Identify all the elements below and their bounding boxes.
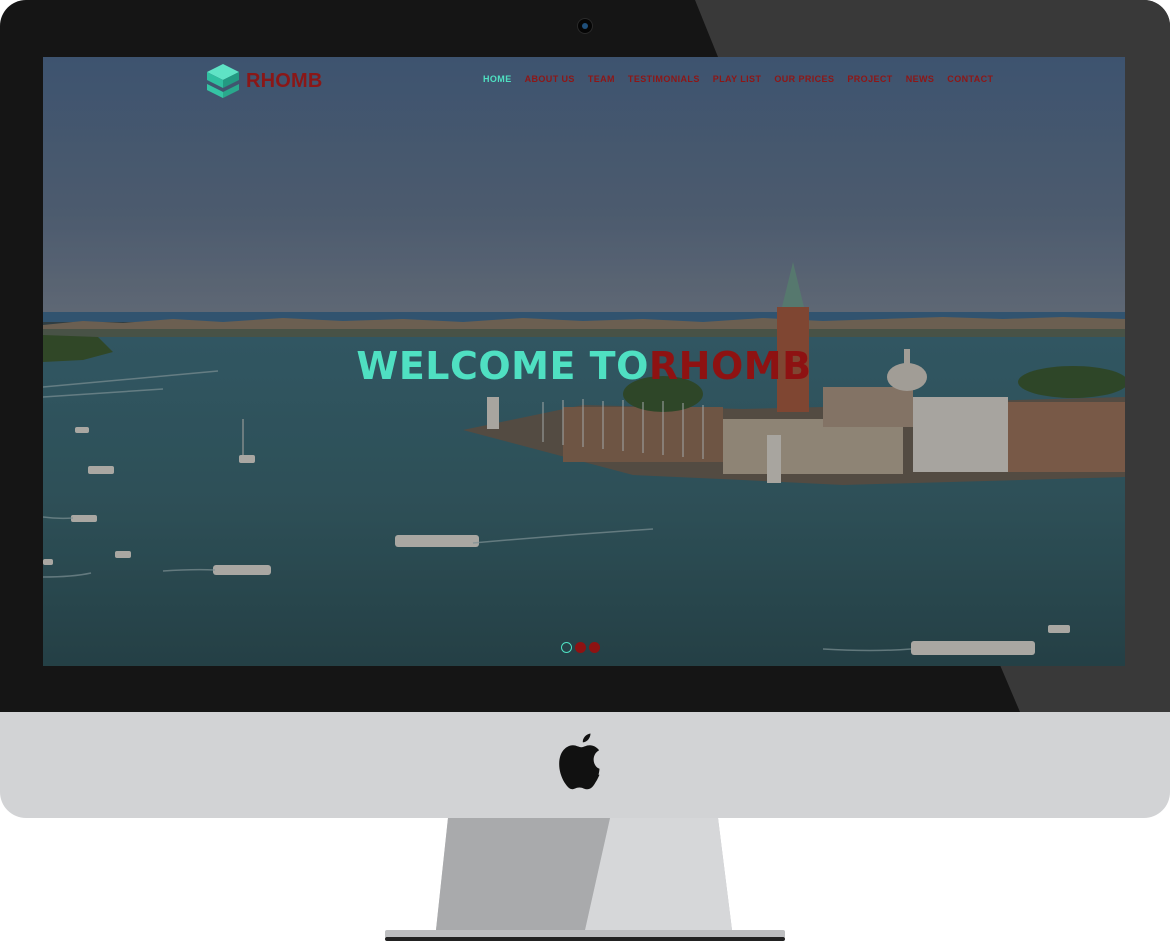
site-header: RHOMB HOME ABOUT US TEAM TESTIMONIALS PL…: [43, 57, 1125, 107]
hero-title-welcome: WELCOME TO: [356, 344, 649, 388]
imac-stand: [385, 818, 785, 941]
nav-item-news[interactable]: NEWS: [906, 74, 935, 84]
slider-dots: [561, 642, 600, 653]
imac-mockup: RHOMB HOME ABOUT US TEAM TESTIMONIALS PL…: [0, 0, 1170, 945]
nav-item-play-list[interactable]: PLAY LIST: [713, 74, 762, 84]
camera-icon: [578, 19, 592, 33]
screen: RHOMB HOME ABOUT US TEAM TESTIMONIALS PL…: [43, 57, 1125, 666]
nav-item-our-prices[interactable]: OUR PRICES: [774, 74, 834, 84]
slider-dot-2[interactable]: [575, 642, 586, 653]
imac-bezel: RHOMB HOME ABOUT US TEAM TESTIMONIALS PL…: [0, 0, 1170, 712]
nav-item-team[interactable]: TEAM: [588, 74, 615, 84]
slider-dot-1[interactable]: [561, 642, 572, 653]
nav-item-project[interactable]: PROJECT: [847, 74, 892, 84]
main-nav: HOME ABOUT US TEAM TESTIMONIALS PLAY LIS…: [483, 74, 993, 84]
nav-item-about-us[interactable]: ABOUT US: [525, 74, 575, 84]
hero-title: WELCOME TORHOMB: [43, 344, 1125, 388]
slider-dot-3[interactable]: [589, 642, 600, 653]
apple-logo-icon: [559, 733, 600, 790]
nav-item-testimonials[interactable]: TESTIMONIALS: [628, 74, 700, 84]
logo-text: RHOMB: [246, 69, 323, 92]
nav-item-home[interactable]: HOME: [483, 74, 512, 84]
site-logo[interactable]: RHOMB: [205, 62, 323, 100]
nav-item-contact[interactable]: CONTACT: [947, 74, 993, 84]
hero-title-brand: RHOMB: [648, 344, 812, 388]
stacked-cube-icon: [207, 64, 239, 98]
